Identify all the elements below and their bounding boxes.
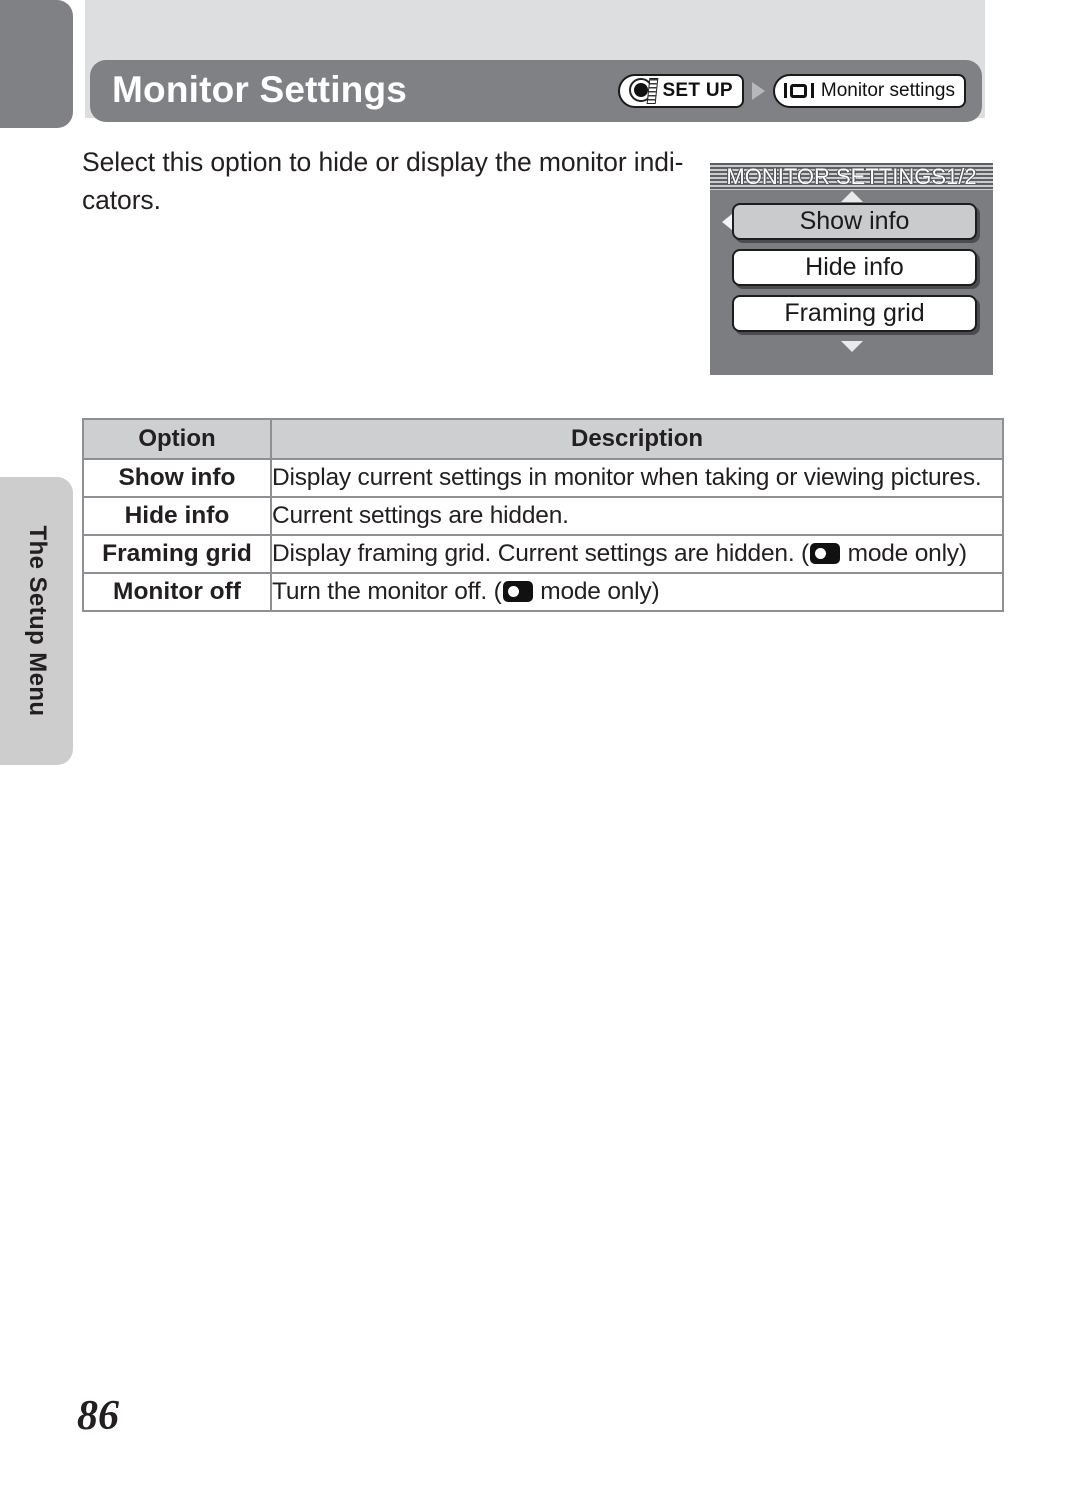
page-title: Monitor Settings — [112, 69, 408, 111]
options-table: Option Description Show info Display cur… — [82, 418, 1004, 612]
table-cell-description-text-tail: mode only) — [841, 540, 967, 567]
lcd-title-bar: MONITOR SETTINGS1/2 — [710, 163, 993, 190]
table-cell-description: Turn the monitor off. ( mode only) — [270, 572, 1004, 612]
chapter-tab-label: The Setup Menu — [23, 525, 51, 717]
lcd-option-row[interactable]: Hide info — [726, 249, 977, 286]
table-header-description: Description — [270, 418, 1004, 460]
table-cell-description-text: Display framing grid. Current settings a… — [272, 540, 810, 567]
monitor-icon — [783, 80, 814, 102]
lcd-option-show-info[interactable]: Show info — [732, 203, 977, 240]
camera-mode-icon — [810, 543, 841, 564]
page-header-bar: Monitor Settings SET UP Monitor settings — [90, 60, 982, 122]
table-cell-description-text: Current settings are hidden. — [272, 502, 569, 529]
table-row: Framing grid Display framing grid. Curre… — [82, 534, 1004, 574]
breadcrumb-item-setup-label: SET UP — [662, 80, 733, 101]
table-cell-description: Current settings are hidden. — [270, 496, 1004, 536]
mode-dial-icon — [629, 78, 659, 104]
breadcrumb: SET UP Monitor settings — [618, 74, 966, 108]
table-row: Show info Display current settings in mo… — [82, 458, 1004, 498]
table-header-row: Option Description — [82, 418, 1004, 460]
lcd-title: MONITOR SETTINGS1/2 — [726, 163, 977, 189]
breadcrumb-item-monitor-settings[interactable]: Monitor settings — [772, 74, 966, 108]
table-row: Monitor off Turn the monitor off. ( mode… — [82, 572, 1004, 612]
chapter-tab-setup-menu: The Setup Menu — [0, 477, 73, 765]
chapter-tab-marker-top — [0, 0, 73, 128]
lcd-option-label: Hide info — [805, 253, 904, 281]
table-header-option: Option — [82, 418, 272, 460]
table-cell-option: Hide info — [82, 496, 272, 536]
table-row: Hide info Current settings are hidden. — [82, 496, 1004, 536]
lcd-option-label: Framing grid — [784, 299, 925, 327]
table-cell-description: Display framing grid. Current settings a… — [270, 534, 1004, 574]
page-number: 86 — [77, 1393, 119, 1439]
breadcrumb-item-monitor-settings-label: Monitor settings — [820, 80, 955, 101]
body-paragraph: Select this option to hide or display th… — [82, 147, 684, 215]
lcd-option-row[interactable]: Show info — [722, 203, 977, 240]
breadcrumb-item-setup[interactable]: SET UP — [618, 74, 744, 108]
lcd-option-row[interactable]: Framing grid — [726, 295, 977, 332]
table-cell-description-text: Turn the monitor off. ( — [272, 578, 502, 605]
table-cell-option: Show info — [82, 458, 272, 498]
table-cell-description-text-tail: mode only) — [533, 578, 660, 605]
lcd-option-list: Show info Hide info Framing grid — [710, 203, 993, 332]
camera-mode-icon — [502, 581, 533, 602]
lcd-option-hide-info[interactable]: Hide info — [732, 249, 977, 286]
table-cell-description: Display current settings in monitor when… — [270, 458, 1004, 498]
chevron-right-icon — [751, 82, 765, 100]
triangle-down-icon[interactable] — [840, 341, 863, 352]
triangle-up-icon[interactable] — [840, 191, 863, 202]
table-cell-option: Monitor off — [82, 572, 272, 612]
lcd-option-framing-grid[interactable]: Framing grid — [732, 295, 977, 332]
lcd-menu-screenshot: MONITOR SETTINGS1/2 Show info Hide info … — [710, 163, 993, 375]
table-cell-option: Framing grid — [82, 534, 272, 574]
table-cell-description-text: Display current settings in monitor when… — [272, 464, 982, 491]
lcd-option-label: Show info — [799, 207, 910, 235]
